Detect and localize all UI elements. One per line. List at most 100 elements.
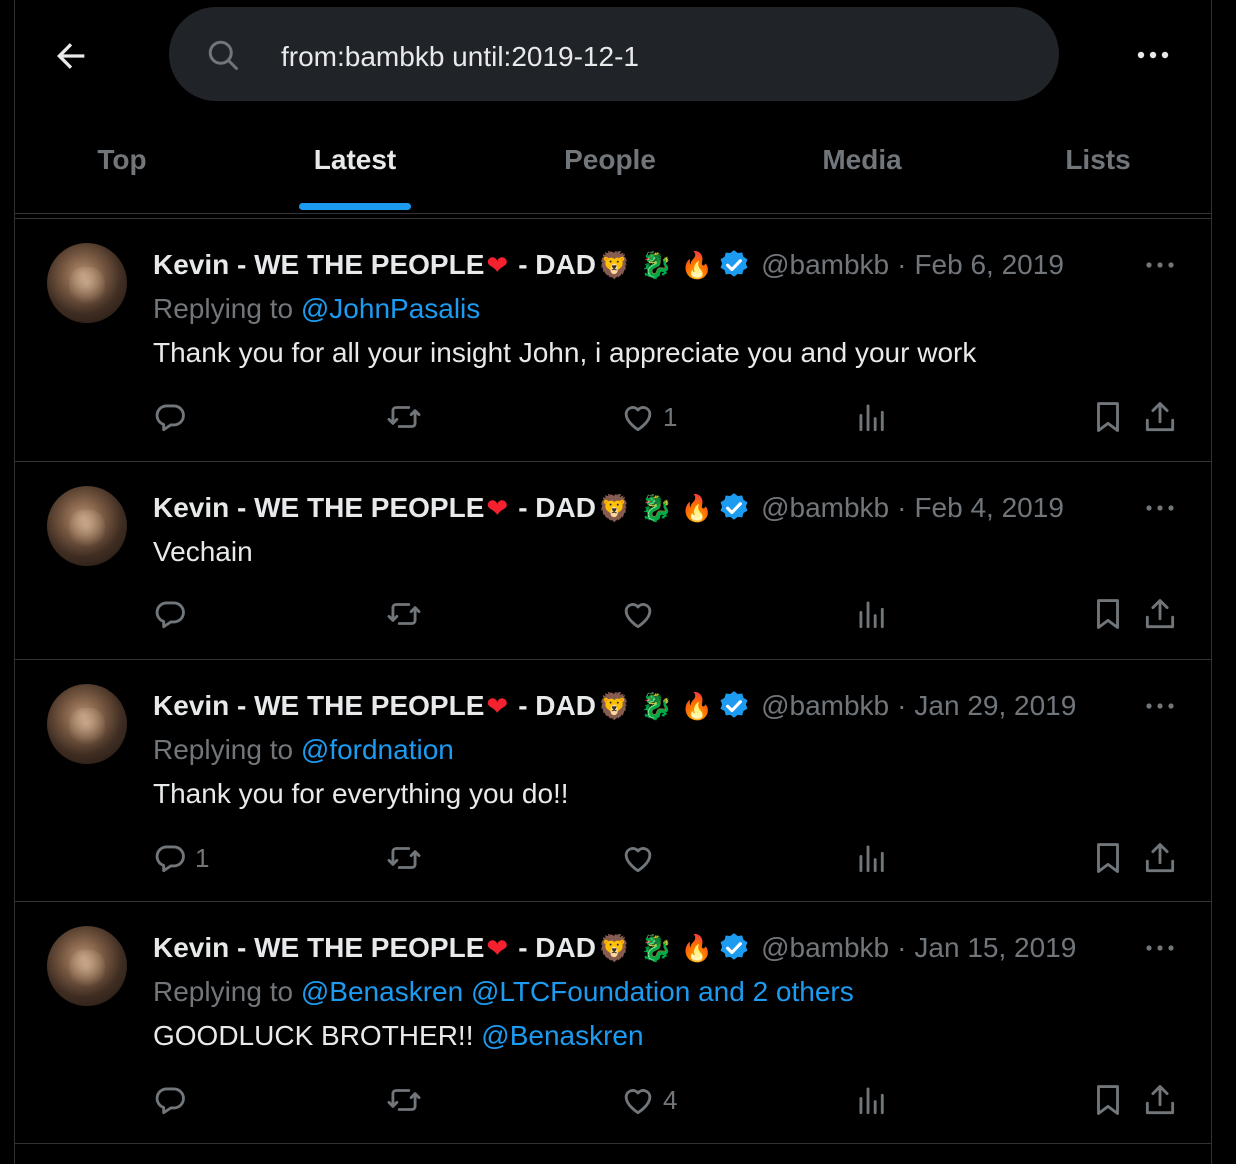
separator-dot: · bbox=[897, 492, 907, 523]
more-icon[interactable] bbox=[1143, 696, 1177, 716]
tweet[interactable]: Kevin - WE THE PEOPLE ❤ - DAD 🦁 🐉 🔥 @bam… bbox=[15, 462, 1211, 660]
fire-emoji-icon: 🔥 bbox=[680, 492, 714, 523]
bookmark-icon bbox=[1097, 1085, 1119, 1115]
handle[interactable]: @bambkb bbox=[761, 249, 889, 281]
more-icon[interactable] bbox=[1133, 40, 1173, 70]
retweet-button[interactable] bbox=[385, 838, 423, 878]
bookmark-button[interactable] bbox=[1089, 1080, 1127, 1120]
tweet-header: Kevin - WE THE PEOPLE ❤ - DAD 🦁 🐉 🔥 @bam… bbox=[153, 928, 1076, 968]
tab-media[interactable]: Media bbox=[789, 118, 935, 214]
share-icon bbox=[1145, 843, 1175, 873]
tweet[interactable]: Kevin - WE THE PEOPLE ❤ - DAD 🦁 🐉 🔥 @bam… bbox=[15, 660, 1211, 902]
tweet-text: Thank you for all your insight John, i a… bbox=[153, 337, 977, 368]
separator-dot: · bbox=[897, 249, 907, 280]
retweet-icon bbox=[387, 406, 421, 428]
lion-emoji-icon: 🦁 bbox=[597, 492, 631, 523]
share-button[interactable] bbox=[1141, 1080, 1179, 1120]
avatar[interactable] bbox=[47, 243, 127, 323]
replying-to: Replying to @Benaskren @LTCFoundation an… bbox=[153, 976, 854, 1007]
display-name-suffix[interactable]: - DAD bbox=[518, 932, 596, 964]
tweet-text: Thank you for everything you do!! bbox=[153, 778, 569, 809]
share-button[interactable] bbox=[1141, 594, 1179, 634]
retweet-button[interactable] bbox=[385, 1080, 423, 1120]
handle[interactable]: @bambkb bbox=[761, 492, 889, 524]
verified-badge-icon bbox=[717, 689, 751, 723]
views-button[interactable] bbox=[853, 397, 891, 437]
bookmark-icon bbox=[1097, 599, 1119, 629]
search-query[interactable]: from:bambkb until:2019-12-1 bbox=[281, 41, 639, 73]
display-name[interactable]: Kevin - WE THE PEOPLE bbox=[153, 492, 484, 524]
reply-icon bbox=[155, 404, 185, 432]
avatar[interactable] bbox=[47, 926, 127, 1006]
tab-top[interactable]: Top bbox=[55, 118, 189, 214]
verified-badge-icon bbox=[717, 248, 751, 282]
retweet-button[interactable] bbox=[385, 594, 423, 634]
views-icon bbox=[859, 601, 884, 629]
like-icon bbox=[624, 406, 652, 432]
display-name[interactable]: Kevin - WE THE PEOPLE bbox=[153, 932, 484, 964]
search-input[interactable]: from:bambkb until:2019-12-1 bbox=[169, 7, 1059, 101]
views-button[interactable] bbox=[853, 594, 891, 634]
mention-link[interactable]: @fordnation bbox=[301, 734, 454, 765]
share-button[interactable] bbox=[1141, 838, 1179, 878]
timestamp[interactable]: Jan 29, 2019 bbox=[914, 690, 1076, 722]
reply-button[interactable]: 1 bbox=[151, 838, 209, 878]
timestamp[interactable]: Jan 15, 2019 bbox=[914, 932, 1076, 964]
like-button[interactable]: 1 bbox=[619, 397, 677, 437]
timestamp[interactable]: Feb 6, 2019 bbox=[914, 249, 1063, 281]
mention-link[interactable]: @Benaskren @LTCFoundation and 2 others bbox=[301, 976, 854, 1007]
handle[interactable]: @bambkb bbox=[761, 690, 889, 722]
mention-link[interactable]: @JohnPasalis bbox=[301, 293, 480, 324]
retweet-icon bbox=[387, 603, 421, 625]
tab-people[interactable]: People bbox=[535, 118, 685, 214]
share-button[interactable] bbox=[1141, 397, 1179, 437]
heart-emoji-icon: ❤ bbox=[486, 249, 509, 280]
like-icon bbox=[624, 603, 652, 629]
retweet-icon bbox=[387, 1089, 421, 1111]
views-button[interactable] bbox=[853, 1080, 891, 1120]
bookmark-icon bbox=[1097, 843, 1119, 873]
views-icon bbox=[859, 845, 884, 873]
dragon-emoji-icon: 🐉 bbox=[640, 249, 673, 280]
tweet-text: GOODLUCK BROTHER!! @Benaskren bbox=[153, 1020, 644, 1051]
more-icon[interactable] bbox=[1143, 255, 1177, 275]
retweet-button[interactable] bbox=[385, 397, 423, 437]
timestamp[interactable]: Feb 4, 2019 bbox=[914, 492, 1063, 524]
avatar[interactable] bbox=[47, 486, 127, 566]
bookmark-button[interactable] bbox=[1089, 838, 1127, 878]
heart-emoji-icon: ❤ bbox=[486, 932, 509, 963]
replying-to: Replying to @JohnPasalis bbox=[153, 293, 481, 324]
divider bbox=[15, 213, 1211, 214]
like-button[interactable]: 4 bbox=[619, 1080, 677, 1120]
bookmark-button[interactable] bbox=[1089, 397, 1127, 437]
back-arrow-icon[interactable] bbox=[51, 36, 91, 76]
verified-badge-icon bbox=[717, 491, 751, 525]
share-icon bbox=[1145, 1085, 1175, 1115]
tweet[interactable]: Kevin - WE THE PEOPLE ❤ - DAD 🦁 🐉 🔥 @bam… bbox=[15, 219, 1211, 462]
tweet-header: Kevin - WE THE PEOPLE ❤ - DAD 🦁 🐉 🔥 @bam… bbox=[153, 488, 1064, 528]
search-tabs: Top Latest People Media Lists bbox=[15, 118, 1211, 214]
like-icon bbox=[624, 847, 652, 873]
reply-button[interactable] bbox=[151, 1080, 195, 1120]
display-name-suffix[interactable]: - DAD bbox=[518, 690, 596, 722]
avatar[interactable] bbox=[47, 684, 127, 764]
tweet-text: Vechain bbox=[153, 536, 253, 567]
tab-lists[interactable]: Lists bbox=[1035, 118, 1161, 214]
reply-button[interactable] bbox=[151, 397, 195, 437]
tab-latest[interactable]: Latest bbox=[285, 118, 425, 214]
heart-emoji-icon: ❤ bbox=[486, 690, 509, 721]
handle[interactable]: @bambkb bbox=[761, 932, 889, 964]
mention-link[interactable]: @Benaskren bbox=[481, 1020, 643, 1051]
display-name-suffix[interactable]: - DAD bbox=[518, 492, 596, 524]
reply-button[interactable] bbox=[151, 594, 195, 634]
display-name-suffix[interactable]: - DAD bbox=[518, 249, 596, 281]
tweet[interactable]: Kevin - WE THE PEOPLE ❤ - DAD 🦁 🐉 🔥 @bam… bbox=[15, 902, 1211, 1144]
views-button[interactable] bbox=[853, 838, 891, 878]
more-icon[interactable] bbox=[1143, 938, 1177, 958]
display-name[interactable]: Kevin - WE THE PEOPLE bbox=[153, 249, 484, 281]
more-icon[interactable] bbox=[1143, 498, 1177, 518]
like-button[interactable] bbox=[619, 594, 663, 634]
like-button[interactable] bbox=[619, 838, 663, 878]
display-name[interactable]: Kevin - WE THE PEOPLE bbox=[153, 690, 484, 722]
bookmark-button[interactable] bbox=[1089, 594, 1127, 634]
